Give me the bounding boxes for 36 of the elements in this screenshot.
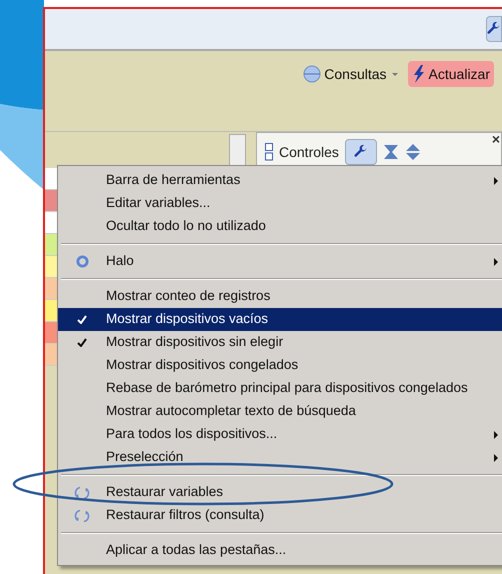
menu-item[interactable]: Mostrar dispositivos sin elegir — [58, 331, 502, 354]
wrench-button[interactable] — [486, 16, 502, 42]
checkbox-list-icon — [265, 143, 273, 161]
circular-arrows-icon — [74, 484, 90, 500]
controls-dropdown[interactable]: Controles — [279, 142, 339, 162]
wrench-dropdown[interactable] — [344, 139, 377, 165]
menu-item[interactable]: Para todos los dispositivos... — [58, 423, 502, 446]
menu-item[interactable]: Preselección — [58, 446, 502, 469]
refresh-button[interactable]: Actualizar — [408, 61, 494, 87]
globe-icon — [303, 65, 322, 83]
wrench-icon — [354, 145, 368, 159]
menu-item[interactable]: Mostrar autocompletar texto de búsqueda — [58, 400, 502, 423]
circular-arrows-icon — [74, 508, 90, 524]
menu-item[interactable]: Editar variables... — [58, 192, 502, 215]
lightning-icon — [412, 65, 426, 83]
menu-item[interactable]: Mostrar dispositivos congelados — [58, 354, 502, 377]
menu-item[interactable]: Mostrar dispositivos vacíos — [58, 308, 502, 331]
menu-item[interactable]: Ocultar todo lo no utilizado — [58, 215, 502, 238]
menu-item[interactable]: Barra de herramientas — [58, 169, 502, 192]
caret-icon — [392, 72, 398, 76]
close-button[interactable]: × — [492, 129, 500, 150]
menu-item[interactable]: Restaurar filtros (consulta) — [58, 504, 502, 527]
menu-item[interactable]: Halo — [58, 250, 502, 273]
submenu-arrow-icon — [494, 176, 498, 184]
submenu-arrow-icon — [494, 454, 498, 462]
menu-item[interactable]: Mostrar conteo de registros — [58, 285, 502, 308]
menu-item[interactable]: Aplicar a todas las pestañas... — [58, 539, 502, 562]
menu-item[interactable]: Rebase de barómetro principal para dispositivos congelados — [58, 377, 502, 400]
menu-item[interactable]: Restaurar variables — [58, 481, 502, 504]
submenu-arrow-icon — [494, 258, 498, 266]
up-down-arrows-icon[interactable] — [404, 144, 421, 160]
submenu-arrow-icon — [494, 430, 498, 438]
queries-dropdown[interactable]: Consultas — [299, 61, 402, 87]
hourglass-icon[interactable] — [382, 144, 399, 160]
wrench-icon — [487, 22, 501, 36]
radio-circle-icon — [76, 255, 88, 268]
